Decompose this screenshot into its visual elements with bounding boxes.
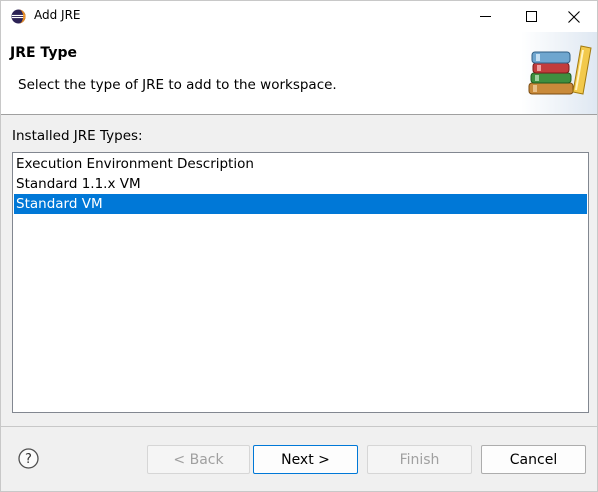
- minimize-button[interactable]: [462, 1, 508, 32]
- installed-jre-types-label: Installed JRE Types:: [12, 128, 143, 144]
- add-jre-dialog: Add JRE JRE Type Select the type of JRE …: [0, 0, 598, 492]
- title-bar: Add JRE: [1, 1, 597, 32]
- eclipse-icon: [11, 9, 26, 24]
- next-button[interactable]: Next >: [253, 445, 358, 474]
- page-description: Select the type of JRE to add to the wor…: [18, 77, 337, 93]
- cancel-button[interactable]: Cancel: [481, 445, 586, 474]
- list-item[interactable]: Standard 1.1.x VM: [14, 174, 587, 194]
- close-icon: [568, 10, 580, 23]
- minimize-icon: [479, 16, 491, 17]
- page-title: JRE Type: [10, 45, 77, 61]
- maximize-icon: [525, 11, 537, 22]
- wizard-header: JRE Type Select the type of JRE to add t…: [1, 32, 597, 115]
- footer-divider: [1, 426, 597, 427]
- svg-text:?: ?: [25, 452, 32, 467]
- help-icon[interactable]: ?: [18, 448, 39, 469]
- list-item[interactable]: Execution Environment Description: [14, 154, 587, 174]
- close-button[interactable]: [551, 1, 597, 32]
- list-item-selected[interactable]: Standard VM: [14, 194, 587, 214]
- jre-types-list[interactable]: Execution Environment Description Standa…: [12, 152, 589, 413]
- books-icon: [521, 32, 597, 114]
- maximize-button[interactable]: [508, 1, 554, 32]
- finish-button[interactable]: Finish: [367, 445, 472, 474]
- window-title: Add JRE: [34, 8, 81, 22]
- back-button[interactable]: < Back: [147, 445, 250, 474]
